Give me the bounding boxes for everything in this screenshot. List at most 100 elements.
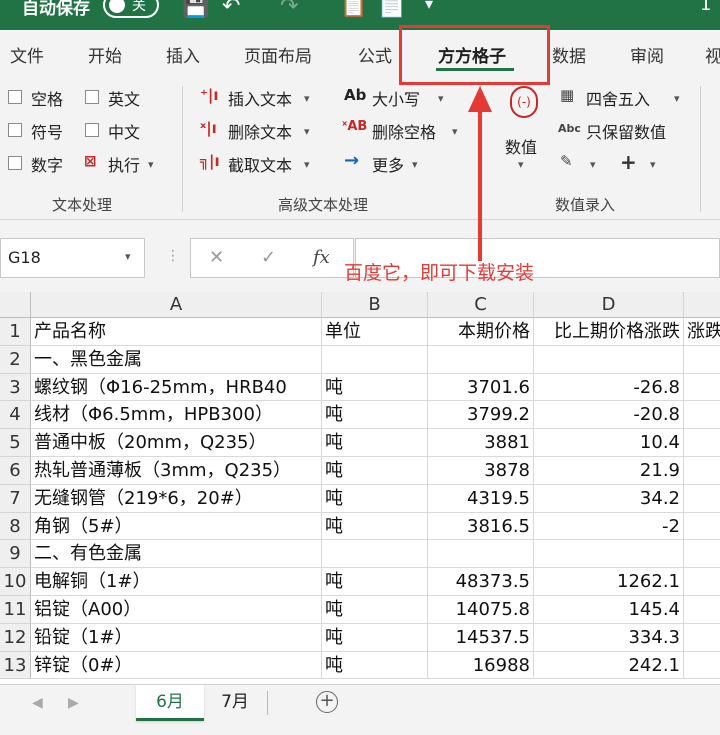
tab-page-layout[interactable]: 页面布局: [244, 42, 312, 67]
row-header[interactable]: 3: [0, 373, 31, 402]
row-header[interactable]: 6: [0, 457, 31, 485]
row-header[interactable]: 5: [0, 429, 31, 457]
undo-icon[interactable]: ↶: [222, 0, 240, 19]
cell-e[interactable]: [684, 346, 720, 374]
cell-c[interactable]: 48373.5: [428, 568, 534, 596]
delete-text-button[interactable]: 删除文本: [228, 119, 292, 143]
cell-e[interactable]: [684, 429, 720, 457]
cell-e[interactable]: [684, 374, 720, 402]
enter-icon[interactable]: ✓: [261, 247, 276, 268]
cell-c[interactable]: 3881: [428, 429, 534, 457]
cell-b[interactable]: 吨: [322, 596, 428, 624]
tab-view[interactable]: 视: [705, 42, 720, 67]
plus-caret-icon[interactable]: ▾: [650, 158, 656, 171]
clipboard-icon[interactable]: 📋: [340, 0, 367, 19]
column-header-a[interactable]: A: [31, 292, 322, 318]
row-header[interactable]: 2: [0, 345, 31, 374]
cell-c[interactable]: 3878: [428, 457, 534, 485]
execute-caret-icon[interactable]: ▾: [148, 158, 154, 171]
prev-sheet-icon[interactable]: ◀: [32, 695, 43, 711]
cell-b[interactable]: 吨: [322, 651, 428, 680]
tab-data[interactable]: 数据: [552, 42, 586, 67]
cell-c[interactable]: 4319.5: [428, 484, 534, 513]
cell-d[interactable]: -26.8: [534, 373, 684, 402]
redo-icon[interactable]: ↷: [280, 0, 298, 19]
cell-b[interactable]: 吨: [322, 401, 428, 430]
value-button[interactable]: 数值: [505, 134, 537, 158]
cell-c[interactable]: 3799.2: [428, 401, 534, 430]
insert-text-button[interactable]: 插入文本: [228, 86, 292, 110]
cell-a[interactable]: 螺纹钢（Φ16-25mm，HRB40: [31, 373, 322, 402]
edit-sheet-icon[interactable]: ✎: [560, 152, 573, 170]
cell-b[interactable]: 吨: [322, 623, 428, 652]
delete-space-caret-icon[interactable]: ▾: [452, 125, 458, 138]
checkbox-number[interactable]: [8, 156, 22, 170]
checkbox-english[interactable]: [85, 90, 99, 104]
execute-button[interactable]: 执行: [108, 152, 140, 176]
cell-b[interactable]: 吨: [322, 457, 428, 485]
cell-c[interactable]: [428, 345, 534, 374]
fx-icon[interactable]: fx: [313, 247, 330, 268]
cell-e[interactable]: [684, 568, 720, 596]
cell-e[interactable]: [684, 596, 720, 624]
checkbox-symbol[interactable]: [8, 123, 22, 137]
cut-text-caret-icon[interactable]: ▾: [304, 158, 310, 171]
case-caret-icon[interactable]: ▾: [438, 92, 444, 105]
checkbox-space[interactable]: [8, 90, 22, 104]
cell-c[interactable]: 本期价格: [428, 318, 534, 346]
insert-text-caret-icon[interactable]: ▾: [304, 92, 310, 105]
cell-e[interactable]: [684, 457, 720, 485]
cell-b[interactable]: 吨: [322, 429, 428, 457]
row-header[interactable]: 12: [0, 623, 31, 652]
cell-a[interactable]: 角钢（5#）: [31, 512, 322, 541]
cell-b[interactable]: 吨: [322, 484, 428, 513]
row-header[interactable]: 4: [0, 401, 31, 430]
cell-e[interactable]: 涨跌: [684, 318, 720, 346]
name-box-caret-icon[interactable]: ▾: [125, 250, 131, 263]
cell-e[interactable]: [684, 624, 720, 652]
cell-a[interactable]: 二、有色金属: [31, 540, 322, 569]
row-header[interactable]: 1: [0, 318, 31, 346]
edit-caret-icon[interactable]: ▾: [590, 158, 596, 171]
cell-a[interactable]: 铝锭（A00）: [31, 596, 322, 624]
next-sheet-icon[interactable]: ▶: [68, 695, 79, 711]
cell-a[interactable]: 铅锭（1#）: [31, 623, 322, 652]
cell-a[interactable]: 线材（Φ6.5mm，HPB300）: [31, 401, 322, 430]
plus-icon[interactable]: +: [620, 150, 637, 174]
cell-d[interactable]: -20.8: [534, 401, 684, 430]
round-caret-icon[interactable]: ▾: [674, 92, 680, 105]
cell-b[interactable]: [322, 345, 428, 374]
cell-d[interactable]: 242.1: [534, 651, 684, 680]
cell-b[interactable]: 吨: [322, 373, 428, 402]
cell-d[interactable]: 比上期价格涨跌: [534, 318, 684, 346]
more-options-icon[interactable]: ⋮: [166, 248, 180, 264]
cell-c[interactable]: 3701.6: [428, 373, 534, 402]
cell-d[interactable]: 145.4: [534, 596, 684, 624]
column-header-b[interactable]: B: [322, 292, 428, 318]
cell-b[interactable]: 吨: [322, 512, 428, 541]
cell-e[interactable]: [684, 652, 720, 680]
tab-formulas[interactable]: 公式: [358, 42, 392, 67]
case-button[interactable]: 大小写: [372, 86, 420, 110]
cell-d[interactable]: [534, 345, 684, 374]
name-box[interactable]: G18 ▾: [0, 238, 145, 278]
round-button[interactable]: 四舍五入: [586, 86, 650, 110]
column-header-d[interactable]: D: [534, 292, 684, 318]
cell-d[interactable]: 1262.1: [534, 568, 684, 596]
checkbox-chinese[interactable]: [85, 123, 99, 137]
cell-b[interactable]: 单位: [322, 318, 428, 346]
cell-d[interactable]: 10.4: [534, 429, 684, 457]
cell-c[interactable]: 14075.8: [428, 596, 534, 624]
add-sheet-icon[interactable]: +: [316, 691, 338, 713]
tab-file[interactable]: 文件: [10, 42, 44, 67]
delete-text-caret-icon[interactable]: ▾: [304, 125, 310, 138]
cell-a[interactable]: 电解铜（1#）: [31, 568, 322, 596]
tab-review[interactable]: 审阅: [630, 42, 664, 67]
more-caret-icon[interactable]: ▾: [412, 158, 418, 171]
row-header[interactable]: 13: [0, 651, 31, 680]
cell-a[interactable]: 锌锭（0#）: [31, 651, 322, 680]
value-caret-icon[interactable]: ▾: [518, 158, 524, 171]
cell-b[interactable]: 吨: [322, 568, 428, 596]
row-header[interactable]: 9: [0, 540, 31, 569]
more-button[interactable]: 更多: [372, 152, 404, 176]
